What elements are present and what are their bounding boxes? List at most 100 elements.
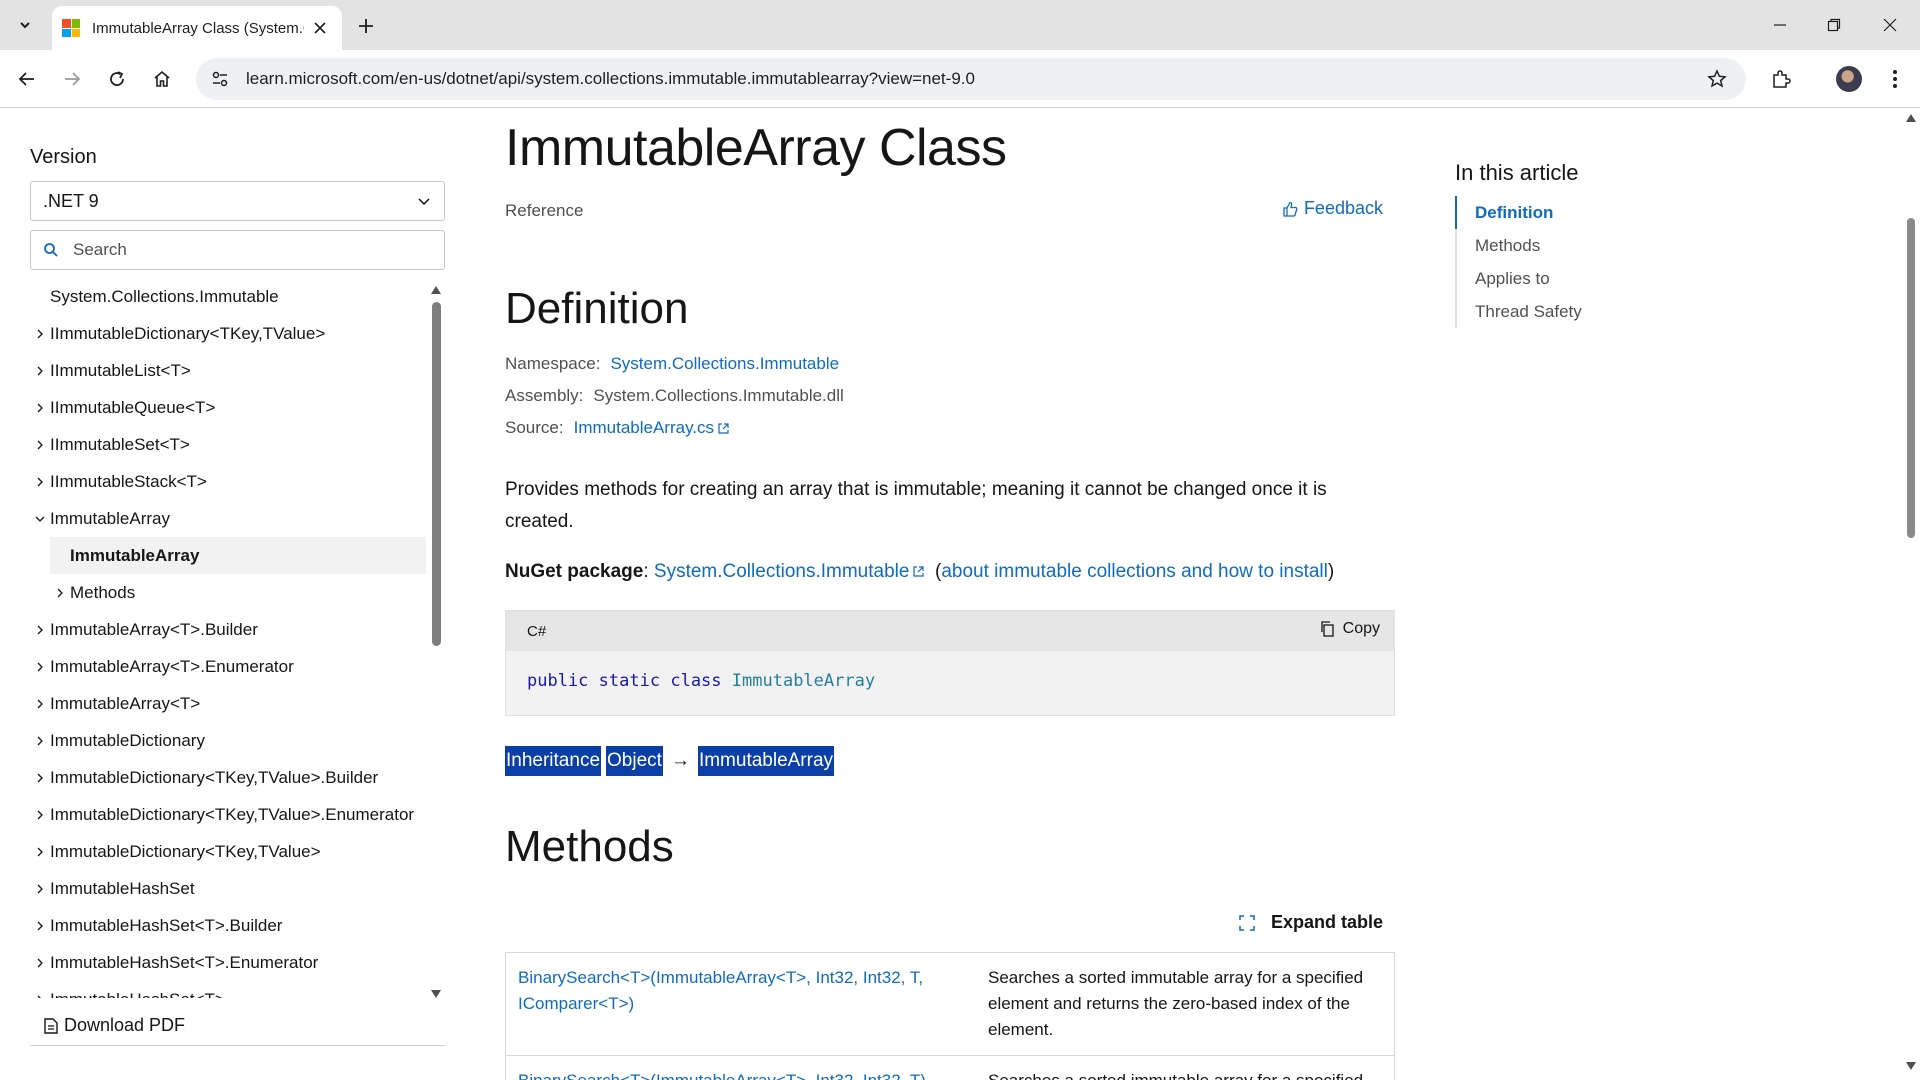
minimize-button[interactable] [1752, 0, 1808, 50]
chevron-down-icon[interactable] [30, 514, 50, 524]
toc-link[interactable]: Methods [1457, 229, 1715, 262]
toc-tree-item[interactable]: System.Collections.Immutable [30, 280, 426, 315]
toc-tree-item[interactable]: IImmutableList<T> [30, 352, 426, 389]
star-icon [1707, 69, 1727, 88]
bookmark-star-button[interactable] [1702, 64, 1732, 94]
chevron-right-icon[interactable] [30, 958, 50, 968]
toc-tree-item[interactable]: ImmutableHashSet<T> [30, 981, 426, 998]
method-name-link[interactable]: BinarySearch<T>(ImmutableArray<T>, Int32… [506, 1056, 976, 1080]
profile-avatar[interactable] [1836, 66, 1862, 92]
tab-close-button[interactable] [310, 18, 330, 38]
toc-tree-item[interactable]: ImmutableHashSet [30, 870, 426, 907]
assembly-label: Assembly: [505, 386, 584, 405]
triangle-down-icon[interactable] [1906, 1062, 1916, 1070]
address-bar[interactable]: learn.microsoft.com/en-us/dotnet/api/sys… [196, 58, 1746, 100]
forward-button[interactable] [57, 64, 87, 94]
browser-tab-active[interactable]: ImmutableArray Class (System.Collections… [52, 6, 342, 50]
chevron-right-icon[interactable] [30, 921, 50, 931]
toc-tree-item-label: ImmutableDictionary<TKey,TValue>.Builder [50, 767, 379, 787]
page-scrollbar[interactable] [1902, 108, 1920, 1080]
namespace-row: Namespace: System.Collections.Immutable [505, 354, 839, 374]
triangle-up-icon [431, 286, 441, 294]
inheritance-label: Inheritance [505, 746, 602, 776]
chevron-right-icon[interactable] [30, 699, 50, 709]
toc-tree-item-label: ImmutableArray [50, 508, 170, 528]
restore-button[interactable] [1806, 0, 1862, 50]
chevron-right-icon[interactable] [30, 477, 50, 487]
feedback-button[interactable]: Feedback [1282, 198, 1383, 219]
back-button[interactable] [12, 64, 42, 94]
toc-tree-item-label: ImmutableHashSet<T>.Enumerator [50, 952, 319, 972]
method-description: Searches a sorted immutable array for a … [976, 1056, 1394, 1080]
chevron-right-icon[interactable] [30, 884, 50, 894]
toc-tree-item-label: ImmutableArray<T>.Builder [50, 619, 258, 639]
page-scrollbar-thumb[interactable] [1907, 218, 1915, 538]
toc-tree-item[interactable]: ImmutableArray<T>.Builder [30, 611, 426, 648]
chevron-right-icon[interactable] [30, 366, 50, 376]
reload-button[interactable] [102, 64, 132, 94]
chevron-right-icon[interactable] [30, 736, 50, 746]
restore-icon [1827, 18, 1841, 32]
chevron-right-icon[interactable] [30, 403, 50, 413]
tab-search-button[interactable] [10, 10, 40, 40]
method-name-link[interactable]: BinarySearch<T>(ImmutableArray<T>, Int32… [506, 953, 976, 1055]
triangle-up-icon[interactable] [1906, 114, 1916, 122]
source-link[interactable]: ImmutableArray.cs [574, 418, 729, 438]
download-pdf-link[interactable]: Download PDF [30, 1006, 445, 1046]
chevron-right-icon[interactable] [30, 662, 50, 672]
assembly-row: Assembly: System.Collections.Immutable.d… [505, 386, 844, 406]
toc-tree-item[interactable]: ImmutableDictionary<TKey,TValue> [30, 833, 426, 870]
namespace-link[interactable]: System.Collections.Immutable [610, 354, 839, 374]
chevron-right-icon[interactable] [30, 329, 50, 339]
paren-close: ) [1327, 561, 1335, 582]
copy-button[interactable]: Copy [1320, 620, 1380, 638]
toc-tree-item[interactable]: ImmutableArray [50, 537, 426, 574]
chevron-right-icon[interactable] [30, 847, 50, 857]
chevron-right-icon[interactable] [30, 625, 50, 635]
toc-filter-input[interactable] [73, 240, 433, 260]
toc-tree-item[interactable]: IImmutableStack<T> [30, 463, 426, 500]
browser-menu-button[interactable] [1880, 64, 1910, 94]
toc-tree-item[interactable]: IImmutableDictionary<TKey,TValue> [30, 315, 426, 352]
close-window-button[interactable] [1862, 0, 1918, 50]
about-collections-link[interactable]: about immutable collections and how to i… [941, 561, 1328, 582]
site-info-icon[interactable] [204, 63, 236, 95]
toc-scroll-up-button[interactable] [430, 284, 442, 296]
toc-filter-box[interactable] [30, 230, 445, 270]
toc-tree-item[interactable]: ImmutableHashSet<T>.Builder [30, 907, 426, 944]
extensions-button[interactable] [1766, 64, 1796, 94]
toc-tree-item[interactable]: IImmutableQueue<T> [30, 389, 426, 426]
class-summary: Provides methods for creating an array t… [505, 479, 1327, 532]
toc-link[interactable]: Thread Safety [1457, 295, 1715, 328]
expand-table-button[interactable]: Expand table [1239, 912, 1383, 933]
chevron-right-icon[interactable] [50, 588, 70, 598]
toc-tree-item[interactable]: ImmutableHashSet<T>.Enumerator [30, 944, 426, 981]
feedback-label: Feedback [1303, 198, 1383, 218]
assembly-value: System.Collections.Immutable.dll [593, 386, 844, 405]
version-select[interactable]: .NET 9 [30, 181, 445, 221]
toc-tree-item[interactable]: ImmutableDictionary<TKey,TValue>.Enumera… [30, 796, 426, 833]
toc-scroll-down-button[interactable] [430, 988, 442, 1000]
inheritance-object-link[interactable]: Object [606, 746, 663, 776]
toc-tree-item[interactable]: IImmutableSet<T> [30, 426, 426, 463]
toc-tree-item[interactable]: ImmutableArray<T>.Enumerator [30, 648, 426, 685]
toc-scrollbar-thumb[interactable] [432, 302, 441, 646]
toc-tree-item[interactable]: ImmutableDictionary [30, 722, 426, 759]
chevron-right-icon[interactable] [30, 995, 50, 998]
nuget-package-link[interactable]: System.Collections.Immutable [654, 561, 925, 582]
chevron-right-icon[interactable] [30, 440, 50, 450]
main-content: ImmutableArray Class Reference Feedback … [505, 108, 1395, 1080]
nuget-package-text: System.Collections.Immutable [653, 561, 910, 582]
toc-link[interactable]: Applies to [1457, 262, 1715, 295]
toc-link[interactable]: Definition [1455, 196, 1715, 229]
close-icon [314, 22, 326, 34]
home-button[interactable] [147, 64, 177, 94]
toc-tree-item[interactable]: ImmutableArray [30, 500, 426, 537]
toc-tree-item[interactable]: Methods [30, 574, 426, 611]
chevron-right-icon[interactable] [30, 773, 50, 783]
toc-tree-item[interactable]: ImmutableDictionary<TKey,TValue>.Builder [30, 759, 426, 796]
toc-tree-item[interactable]: ImmutableArray<T> [30, 685, 426, 722]
home-icon [154, 70, 170, 87]
chevron-right-icon[interactable] [30, 810, 50, 820]
new-tab-button[interactable] [352, 12, 380, 40]
